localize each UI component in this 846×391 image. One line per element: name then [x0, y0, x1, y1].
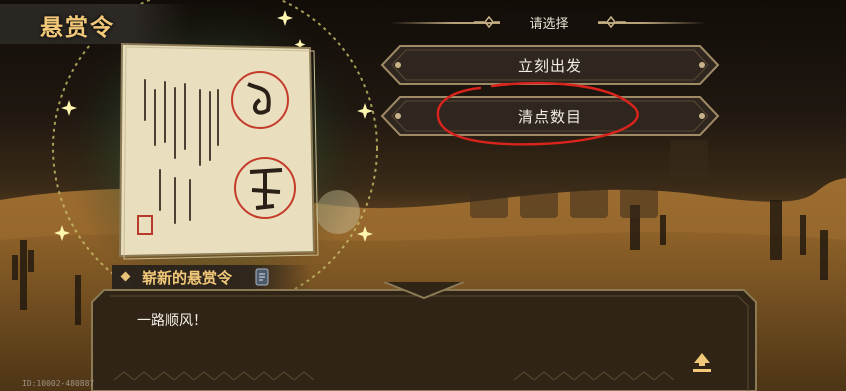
choice-prompt: 请选择 [500, 13, 598, 32]
player-id: ID:10002-480887 [22, 379, 95, 388]
bounty-poster [60, 20, 380, 280]
annotation-circle [436, 81, 639, 146]
next-arrow-icon[interactable] [690, 350, 714, 374]
ornament-icon [596, 15, 626, 29]
dialog-box [91, 282, 757, 391]
dialog-text: 一路顺风！ [137, 313, 207, 329]
